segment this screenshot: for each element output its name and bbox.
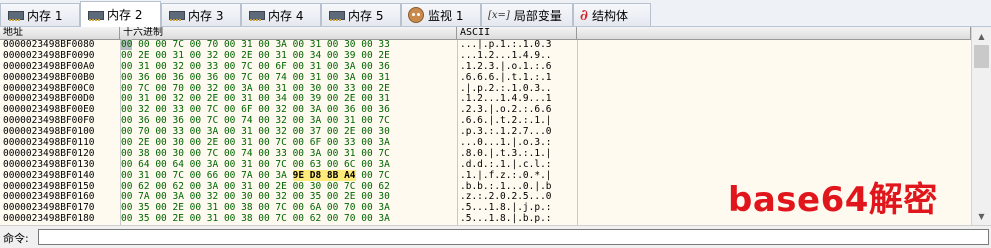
- tab-label: 内存 4: [268, 8, 304, 23]
- hex-cell[interactable]: 00 31 00 7C 00 66 00 7A 00 3A 9E D8 8B A…: [120, 169, 457, 182]
- ascii-column: ...|.p.1.:.1.0.3 ...1.2...1.4.9.. .1.2.3…: [457, 39, 578, 225]
- address-cell[interactable]: 0000023498BF0140: [0, 170, 120, 182]
- address-cell[interactable]: 0000023498BF0180: [0, 213, 120, 225]
- memory-chip-icon: [7, 9, 24, 21]
- vertical-scrollbar[interactable]: ▲ ▼: [971, 27, 991, 225]
- tab-watch-1[interactable]: 监视 1: [401, 3, 481, 26]
- memory-dump-panel[interactable]: 地址 十六进制 ASCII 0000023498BF0080 000002349…: [0, 27, 991, 225]
- column-header-filler: [577, 27, 971, 40]
- watch-icon: [408, 7, 424, 23]
- scroll-down-arrow-icon[interactable]: ▼: [973, 208, 990, 224]
- ascii-cell[interactable]: .5...1.8.|.b.p.:: [457, 213, 577, 225]
- tab-label: 内存 3: [188, 8, 224, 23]
- selected-byte[interactable]: 00: [121, 39, 133, 50]
- memory-chip-icon: [168, 9, 185, 21]
- hex-cell-tail: 00 7C: [355, 169, 390, 181]
- address-column: 0000023498BF0080 0000023498BF0090 000002…: [0, 39, 121, 225]
- command-input[interactable]: [38, 229, 989, 245]
- tab-memory-3[interactable]: 内存 3: [161, 3, 241, 26]
- memory-chip-icon: [87, 9, 104, 21]
- local-variables-icon: [x=]: [488, 9, 510, 21]
- hex-cell-rest: 00 00 7C 00 70 00 31 00 3A 00 31 00 30 0…: [132, 39, 390, 50]
- hex-column: 00 00 00 7C 00 70 00 31 00 3A 00 31 00 3…: [120, 39, 458, 225]
- tab-struct[interactable]: ∂ 结构体: [573, 3, 651, 26]
- tab-label: 内存 2: [107, 8, 143, 22]
- memory-chip-icon: [248, 9, 265, 21]
- tab-label: 监视 1: [428, 8, 464, 23]
- command-bar: 命令:: [0, 225, 991, 248]
- highlighted-bytes[interactable]: 9E D8 8B A4: [292, 169, 356, 181]
- ascii-cell[interactable]: .6.6.6.|.t.1.:.1: [457, 72, 577, 84]
- memory-chip-icon: [328, 9, 345, 21]
- tab-memory-1[interactable]: 内存 1: [0, 3, 80, 26]
- annotation-overlay-text: base64解密: [728, 180, 938, 220]
- hex-cell[interactable]: 00 35 00 2E 00 31 00 38 00 7C 00 62 00 7…: [120, 213, 457, 225]
- address-cell[interactable]: 0000023498BF00B0: [0, 72, 120, 84]
- hex-cell[interactable]: 00 36 00 36 00 36 00 7C 00 74 00 31 00 3…: [120, 72, 457, 84]
- struct-icon: ∂: [580, 6, 589, 24]
- tab-memory-5[interactable]: 内存 5: [321, 3, 401, 26]
- tab-local-variables[interactable]: [x=] 局部变量: [481, 3, 573, 26]
- tab-label: 结构体: [592, 8, 629, 23]
- command-label: 命令:: [3, 232, 29, 245]
- tab-label: 内存 1: [27, 8, 63, 23]
- scroll-up-arrow-icon[interactable]: ▲: [973, 28, 990, 44]
- scroll-thumb[interactable]: [974, 45, 989, 68]
- tab-label: 内存 5: [348, 8, 384, 23]
- tab-label: 局部变量: [513, 8, 562, 23]
- tab-memory-4[interactable]: 内存 4: [241, 3, 321, 26]
- tab-bar: 内存 1 内存 2 内存 3 内存 4 内存 5 监视 1 [x=] 局部变量 …: [0, 0, 991, 27]
- hex-cell-plain: 00 31 00 7C 00 66 00 7A 00 3A: [121, 169, 293, 181]
- ascii-cell[interactable]: .1.|.f.z.:.0.*.|: [457, 170, 577, 182]
- tab-memory-2[interactable]: 内存 2: [80, 1, 161, 27]
